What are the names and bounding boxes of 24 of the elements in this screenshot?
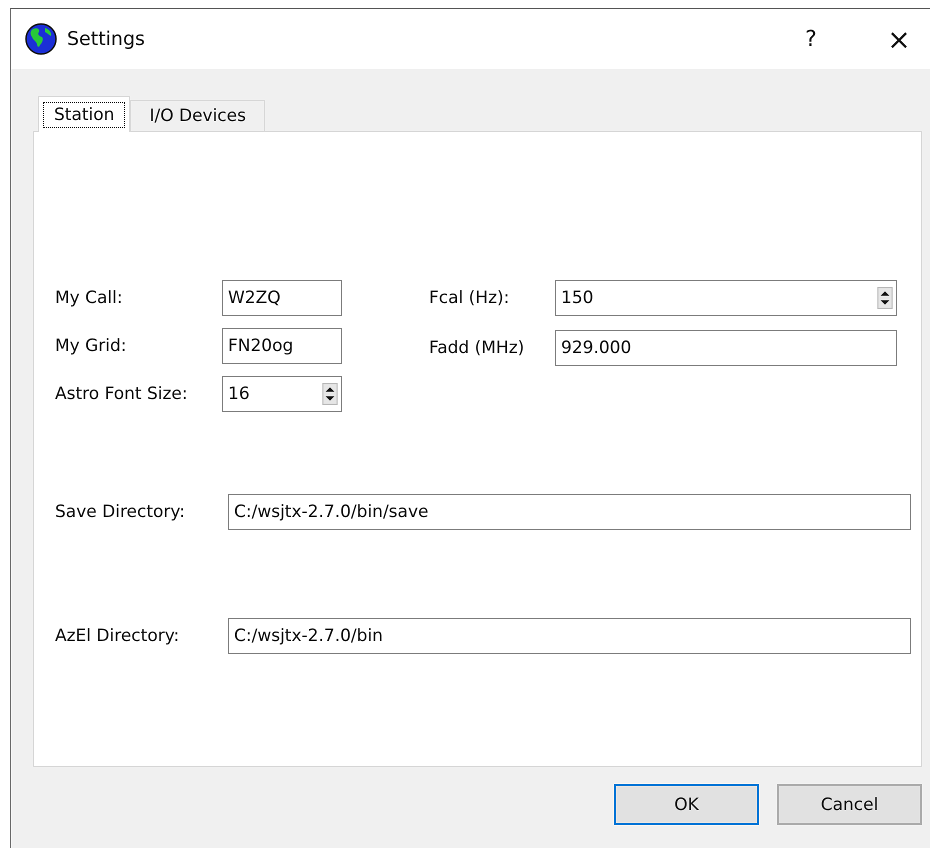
input-field[interactable]: W2ZQ <box>222 280 342 316</box>
field-label: Fadd (MHz) <box>429 338 526 358</box>
window-title: Settings <box>67 28 145 50</box>
field-label: Fcal (Hz): <box>429 288 510 308</box>
close-button[interactable]: × <box>876 19 922 59</box>
input-field[interactable]: 929.000 <box>555 330 897 366</box>
spin-box[interactable]: 150 <box>555 280 897 316</box>
field-label: Astro Font Size: <box>55 384 189 404</box>
tab[interactable]: I/O Devices <box>130 100 265 131</box>
input-field[interactable]: C:/wsjtx-2.7.0/bin <box>228 618 911 654</box>
help-button[interactable]: ? <box>788 19 834 59</box>
spin-arrows-icon[interactable] <box>877 287 893 309</box>
input-field[interactable]: FN20og <box>222 328 342 364</box>
field-label: Save Directory: <box>55 502 186 522</box>
spin-box[interactable]: 16 <box>222 376 342 412</box>
dialog-button[interactable]: OK <box>614 784 759 825</box>
dialog-button[interactable]: Cancel <box>777 784 922 825</box>
field-label: AzEl Directory: <box>55 626 180 646</box>
field-label: My Call: <box>55 288 124 308</box>
globe-icon <box>25 23 57 55</box>
field-label: My Grid: <box>55 336 128 356</box>
tab[interactable]: Station <box>38 96 130 132</box>
input-field[interactable]: C:/wsjtx-2.7.0/bin/save <box>228 494 911 530</box>
spin-arrows-icon[interactable] <box>322 383 338 405</box>
